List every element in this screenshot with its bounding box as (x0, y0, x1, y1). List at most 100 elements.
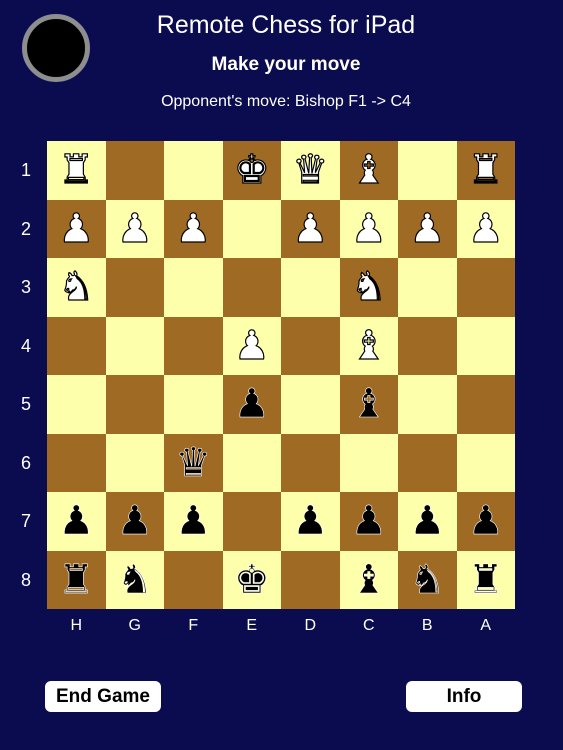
black-pawn-icon[interactable]: ♟ (409, 501, 445, 542)
square-e2[interactable] (222, 199, 281, 258)
square-d2[interactable]: ♟ (281, 199, 340, 258)
square-g2[interactable]: ♟ (105, 199, 164, 258)
black-knight-icon[interactable]: ♞ (409, 559, 445, 600)
white-pawn-icon[interactable]: ♟ (58, 208, 95, 249)
square-h5[interactable] (47, 375, 106, 434)
square-f2[interactable]: ♟ (164, 199, 223, 258)
square-g1[interactable] (105, 141, 164, 200)
square-f8[interactable] (164, 550, 223, 609)
square-a5[interactable] (456, 375, 515, 434)
square-b5[interactable] (398, 375, 457, 434)
white-rook-icon[interactable]: ♜ (467, 150, 504, 191)
square-g7[interactable]: ♟ (105, 492, 164, 551)
square-g3[interactable] (105, 258, 164, 317)
square-d8[interactable] (281, 550, 340, 609)
square-h3[interactable]: ♞ (47, 258, 106, 317)
square-b1[interactable] (398, 141, 457, 200)
square-h8[interactable]: ♜ (47, 550, 106, 609)
square-e1[interactable]: ♚ (222, 141, 281, 200)
square-f5[interactable] (164, 375, 223, 434)
square-b6[interactable] (398, 433, 457, 492)
white-knight-icon[interactable]: ♞ (350, 267, 387, 308)
square-g8[interactable]: ♞ (105, 550, 164, 609)
square-e6[interactable] (222, 433, 281, 492)
square-h2[interactable]: ♟ (47, 199, 106, 258)
square-f6[interactable]: ♛ (164, 433, 223, 492)
white-pawn-icon[interactable]: ♟ (116, 208, 153, 249)
square-d4[interactable] (281, 316, 340, 375)
black-rook-icon[interactable]: ♜ (58, 559, 94, 600)
black-queen-icon[interactable]: ♛ (175, 442, 211, 483)
square-a4[interactable] (456, 316, 515, 375)
square-c6[interactable] (339, 433, 398, 492)
square-e3[interactable] (222, 258, 281, 317)
white-knight-icon[interactable]: ♞ (58, 267, 95, 308)
square-h4[interactable] (47, 316, 106, 375)
square-a8[interactable]: ♜ (456, 550, 515, 609)
black-pawn-icon[interactable]: ♟ (58, 501, 94, 542)
white-bishop-icon[interactable]: ♝ (350, 325, 387, 366)
square-b4[interactable] (398, 316, 457, 375)
square-a1[interactable]: ♜ (456, 141, 515, 200)
white-bishop-icon[interactable]: ♝ (350, 150, 387, 191)
square-c1[interactable]: ♝ (339, 141, 398, 200)
square-a2[interactable]: ♟ (456, 199, 515, 258)
square-e5[interactable]: ♟ (222, 375, 281, 434)
black-pawn-icon[interactable]: ♟ (468, 501, 504, 542)
black-knight-icon[interactable]: ♞ (117, 559, 153, 600)
square-b2[interactable]: ♟ (398, 199, 457, 258)
square-a3[interactable] (456, 258, 515, 317)
black-pawn-icon[interactable]: ♟ (292, 501, 328, 542)
square-f1[interactable] (164, 141, 223, 200)
square-d1[interactable]: ♛ (281, 141, 340, 200)
square-h1[interactable]: ♜ (47, 141, 106, 200)
square-c2[interactable]: ♟ (339, 199, 398, 258)
white-pawn-icon[interactable]: ♟ (292, 208, 329, 249)
square-d6[interactable] (281, 433, 340, 492)
white-pawn-icon[interactable]: ♟ (467, 208, 504, 249)
square-c3[interactable]: ♞ (339, 258, 398, 317)
square-b7[interactable]: ♟ (398, 492, 457, 551)
white-rook-icon[interactable]: ♜ (58, 150, 95, 191)
square-h6[interactable] (47, 433, 106, 492)
black-king-icon[interactable]: ♚ (234, 559, 270, 600)
black-rook-icon[interactable]: ♜ (468, 559, 504, 600)
square-a6[interactable] (456, 433, 515, 492)
black-bishop-icon[interactable]: ♝ (351, 384, 387, 425)
square-e8[interactable]: ♚ (222, 550, 281, 609)
square-d7[interactable]: ♟ (281, 492, 340, 551)
square-g6[interactable] (105, 433, 164, 492)
square-e4[interactable]: ♟ (222, 316, 281, 375)
square-d5[interactable] (281, 375, 340, 434)
white-queen-icon[interactable]: ♛ (292, 150, 329, 191)
square-c8[interactable]: ♝ (339, 550, 398, 609)
square-e7[interactable] (222, 492, 281, 551)
chess-board[interactable]: ♜ ♚ ♛ ♝ ♜ ♟ ♟ ♟ ♟ ♟ ♟ ♟ ♞ ♞ ♟ ♝ ♟ ♝ ♛ ♟ ♟ ♟ ♟ ♟ ♟ ♟ ♜ ♞ ♚ ♝ ♞ ♜ (47, 141, 515, 609)
white-pawn-icon[interactable]: ♟ (233, 325, 270, 366)
square-h7[interactable]: ♟ (47, 492, 106, 551)
square-g4[interactable] (105, 316, 164, 375)
square-d3[interactable] (281, 258, 340, 317)
white-pawn-icon[interactable]: ♟ (175, 208, 212, 249)
square-g5[interactable] (105, 375, 164, 434)
black-pawn-icon[interactable]: ♟ (351, 501, 387, 542)
white-king-icon[interactable]: ♚ (233, 150, 270, 191)
square-f7[interactable]: ♟ (164, 492, 223, 551)
info-button[interactable]: Info (406, 681, 522, 712)
black-pawn-icon[interactable]: ♟ (175, 501, 211, 542)
white-pawn-icon[interactable]: ♟ (350, 208, 387, 249)
black-pawn-icon[interactable]: ♟ (234, 384, 270, 425)
black-pawn-icon[interactable]: ♟ (117, 501, 153, 542)
black-bishop-icon[interactable]: ♝ (351, 559, 387, 600)
square-f3[interactable] (164, 258, 223, 317)
file-label: C (362, 617, 375, 634)
square-f4[interactable] (164, 316, 223, 375)
end-game-button[interactable]: End Game (45, 681, 161, 712)
white-pawn-icon[interactable]: ♟ (409, 208, 446, 249)
square-a7[interactable]: ♟ (456, 492, 515, 551)
square-c5[interactable]: ♝ (339, 375, 398, 434)
square-c4[interactable]: ♝ (339, 316, 398, 375)
square-b3[interactable] (398, 258, 457, 317)
square-c7[interactable]: ♟ (339, 492, 398, 551)
square-b8[interactable]: ♞ (398, 550, 457, 609)
